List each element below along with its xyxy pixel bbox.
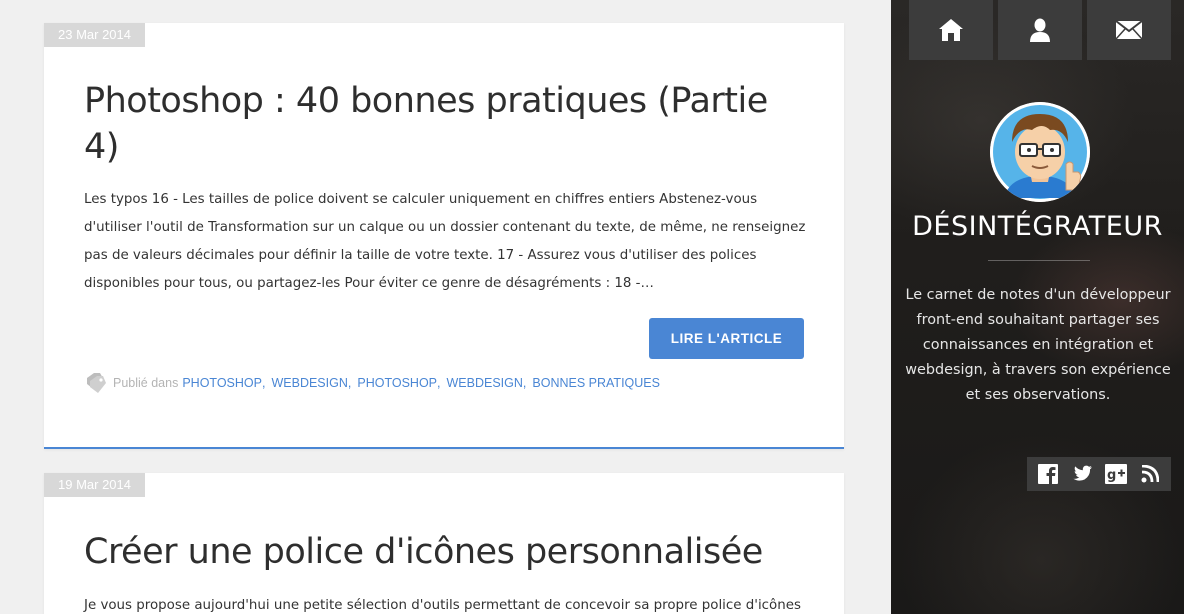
mail-icon xyxy=(1115,20,1143,40)
facebook-icon xyxy=(1038,464,1058,484)
post-title-link[interactable]: Créer une police d'icônes personnalisée xyxy=(84,529,804,575)
tag-link-bonnes-pratiques[interactable]: BONNES PRATIQUES xyxy=(532,376,660,390)
google-plus-link[interactable]: g xyxy=(1102,460,1130,488)
post-excerpt: Je vous propose aujourd'hui une petite s… xyxy=(84,598,801,613)
contact-button[interactable] xyxy=(1087,0,1171,60)
sidebar: DÉSINTÉGRATEUR Le carnet de notes d'un d… xyxy=(891,0,1184,614)
post-date-badge: 19 Mar 2014 xyxy=(44,473,145,497)
tag-link-webdesign-2[interactable]: WEBDESIGN xyxy=(447,376,523,390)
tags-prefix: Publié dans xyxy=(113,376,179,390)
rss-icon xyxy=(1141,465,1159,483)
site-tagline: Le carnet de notes d'un développeur fron… xyxy=(905,287,1171,403)
social-links: g xyxy=(1027,457,1171,491)
title-divider xyxy=(988,260,1090,261)
home-button[interactable] xyxy=(909,0,993,60)
post-title-link[interactable]: Photoshop : 40 bonnes pratiques (Partie … xyxy=(84,78,804,170)
post-tags: Publié dans PHOTOSHOP, WEBDESIGN, PHOTOS… xyxy=(84,373,660,393)
avatar xyxy=(990,102,1090,202)
post-card: 19 Mar 2014 Créer une police d'icônes pe… xyxy=(44,473,844,614)
read-article-button[interactable]: LIRE L'ARTICLE xyxy=(649,318,804,359)
post-excerpt: Les typos 16 - Les tailles de police doi… xyxy=(84,192,806,291)
google-plus-icon: g xyxy=(1105,464,1127,484)
post-card: 23 Mar 2014 Photoshop : 40 bonnes pratiq… xyxy=(44,23,844,449)
rss-link[interactable] xyxy=(1136,460,1164,488)
site-title[interactable]: DÉSINTÉGRATEUR xyxy=(891,211,1184,242)
twitter-link[interactable] xyxy=(1068,460,1096,488)
twitter-icon xyxy=(1073,465,1092,481)
facebook-link[interactable] xyxy=(1034,460,1062,488)
tag-link-photoshop-2[interactable]: PHOTOSHOP xyxy=(357,376,437,390)
main-content: 23 Mar 2014 Photoshop : 40 bonnes pratiq… xyxy=(0,0,891,614)
about-button[interactable] xyxy=(998,0,1082,60)
home-icon xyxy=(939,19,963,41)
user-icon xyxy=(1030,18,1050,42)
svg-text:g: g xyxy=(1107,468,1116,483)
tag-icon xyxy=(84,372,108,394)
tag-link-webdesign[interactable]: WEBDESIGN xyxy=(271,376,347,390)
tag-link-photoshop[interactable]: PHOTOSHOP xyxy=(182,376,262,390)
post-date-badge: 23 Mar 2014 xyxy=(44,23,145,47)
